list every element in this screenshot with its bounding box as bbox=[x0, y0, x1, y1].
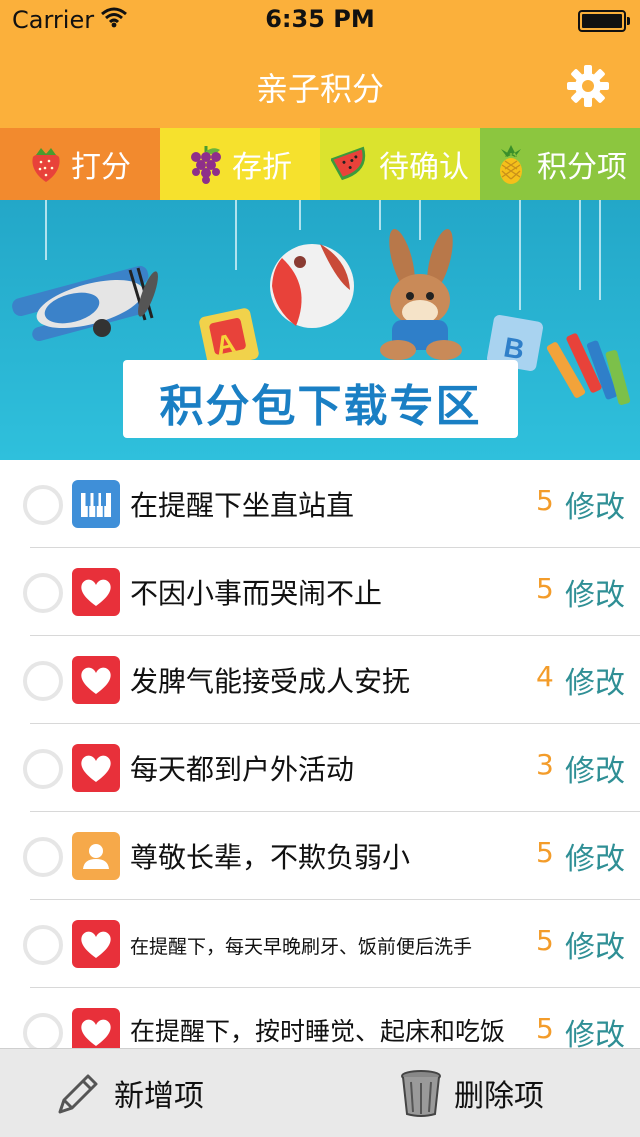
item-score: 5 bbox=[536, 1012, 554, 1045]
strawberry-icon bbox=[32, 148, 60, 182]
watermelon-icon bbox=[331, 146, 366, 181]
bottom-toolbar: 新增项 删除项 bbox=[0, 1048, 640, 1137]
trash-icon bbox=[401, 1070, 441, 1117]
delete-item-label: 删除项 bbox=[454, 1079, 544, 1114]
status-time: 6:35 PM bbox=[265, 5, 375, 33]
grapes-icon bbox=[191, 146, 221, 184]
heart-icon bbox=[72, 656, 120, 704]
item-label: 在提醒下，每天早晚刷牙、饭前便后洗手 bbox=[130, 936, 473, 958]
list-item[interactable]: 发脾气能接受成人安抚 4 修改 bbox=[0, 636, 640, 724]
list-item[interactable]: 在提醒下，按时睡觉、起床和吃饭 5 修改 bbox=[0, 988, 640, 1048]
pencil-icon bbox=[58, 1074, 98, 1114]
tab-points-items[interactable]: 积分项 bbox=[480, 128, 640, 200]
list-item[interactable]: 每天都到户外活动 3 修改 bbox=[0, 724, 640, 812]
heart-icon bbox=[72, 744, 120, 792]
item-score: 3 bbox=[536, 748, 554, 781]
gear-icon[interactable] bbox=[566, 64, 610, 108]
piano-icon bbox=[72, 480, 120, 528]
select-radio[interactable] bbox=[23, 661, 63, 701]
item-label: 在提醒下，按时睡觉、起床和吃饭 bbox=[130, 1017, 506, 1046]
heart-icon bbox=[72, 920, 120, 968]
select-radio[interactable] bbox=[23, 485, 63, 525]
heart-icon bbox=[72, 568, 120, 616]
list-item[interactable]: 在提醒下坐直站直 5 修改 bbox=[0, 460, 640, 548]
edit-button[interactable]: 修改 bbox=[565, 482, 625, 526]
edit-button[interactable]: 修改 bbox=[565, 834, 625, 878]
list-item[interactable]: 尊敬长辈，不欺负弱小 5 修改 bbox=[0, 812, 640, 900]
edit-button[interactable]: 修改 bbox=[565, 1010, 625, 1048]
add-item-label: 新增项 bbox=[114, 1079, 204, 1114]
select-radio[interactable] bbox=[23, 1013, 63, 1048]
item-score: 4 bbox=[536, 660, 554, 693]
add-item-button[interactable]: 新增项 bbox=[52, 1049, 204, 1137]
item-label: 在提醒下坐直站直 bbox=[130, 489, 355, 522]
pineapple-icon bbox=[500, 145, 522, 184]
beach-ball-illustration bbox=[270, 244, 354, 328]
heart-icon bbox=[72, 1008, 120, 1048]
edit-button[interactable]: 修改 bbox=[565, 570, 625, 614]
tab-pending[interactable]: 待确认 bbox=[320, 128, 480, 200]
points-item-list: 在提醒下坐直站直 5 修改 不因小事而哭闹不止 5 修改 发脾气能接受成人安抚 … bbox=[0, 460, 640, 1048]
select-radio[interactable] bbox=[23, 573, 63, 613]
item-score: 5 bbox=[536, 484, 554, 517]
tab-passbook-label: 存折 bbox=[232, 150, 292, 185]
download-banner[interactable]: A B 积分包下载专区 bbox=[0, 200, 640, 460]
select-radio[interactable] bbox=[23, 925, 63, 965]
list-item[interactable]: 在提醒下，每天早晚刷牙、饭前便后洗手 5 修改 bbox=[0, 900, 640, 988]
page-title: 亲子积分 bbox=[255, 70, 384, 108]
item-score: 5 bbox=[536, 836, 554, 869]
nav-bar: 亲子积分 bbox=[0, 40, 640, 128]
tab-pending-label: 待确认 bbox=[379, 150, 469, 185]
tab-bar: 打分 存折 待确认 积分项 bbox=[0, 128, 640, 200]
select-radio[interactable] bbox=[23, 749, 63, 789]
edit-button[interactable]: 修改 bbox=[565, 746, 625, 790]
block-a-illustration: A bbox=[199, 308, 259, 368]
tab-points-items-label: 积分项 bbox=[537, 150, 627, 185]
person-icon bbox=[72, 832, 120, 880]
tab-score[interactable]: 打分 bbox=[0, 128, 160, 200]
tab-passbook[interactable]: 存折 bbox=[160, 128, 320, 200]
delete-item-button[interactable]: 删除项 bbox=[398, 1049, 544, 1137]
tab-score-label: 打分 bbox=[71, 150, 131, 185]
item-score: 5 bbox=[536, 572, 554, 605]
item-score: 5 bbox=[536, 924, 554, 957]
edit-button[interactable]: 修改 bbox=[565, 922, 625, 966]
item-label: 尊敬长辈，不欺负弱小 bbox=[130, 841, 411, 874]
battery-icon bbox=[578, 10, 630, 32]
item-label: 每天都到户外活动 bbox=[130, 753, 355, 786]
banner-title: 积分包下载专区 bbox=[159, 381, 482, 432]
status-bar: Carrier 6:35 PM bbox=[0, 0, 640, 40]
list-item[interactable]: 不因小事而哭闹不止 5 修改 bbox=[0, 548, 640, 636]
select-radio[interactable] bbox=[23, 837, 63, 877]
edit-button[interactable]: 修改 bbox=[565, 658, 625, 702]
item-label: 不因小事而哭闹不止 bbox=[130, 577, 383, 610]
item-label: 发脾气能接受成人安抚 bbox=[130, 665, 411, 698]
